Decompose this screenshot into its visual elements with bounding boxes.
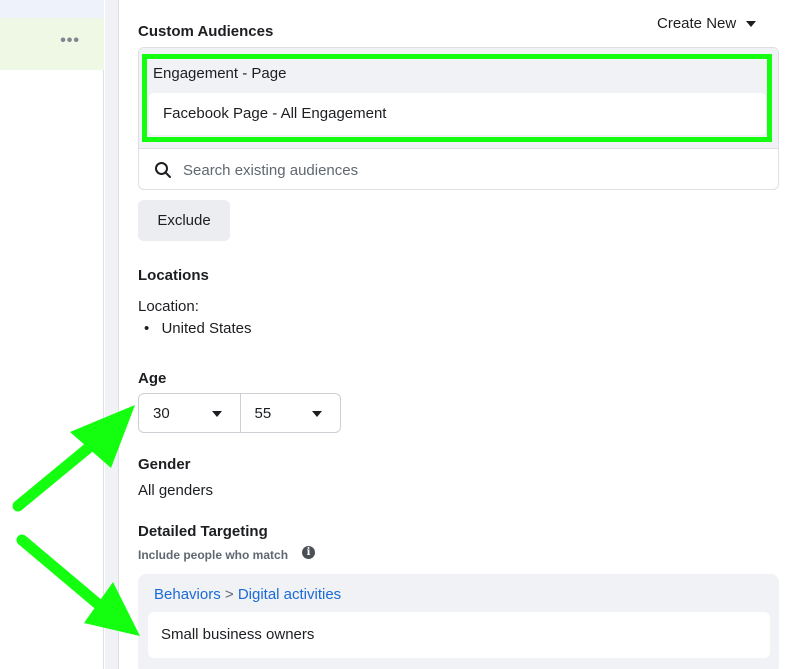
- age-max-value: 55: [254, 405, 272, 422]
- breadcrumb-digital-activities-link[interactable]: Digital activities: [238, 586, 341, 603]
- gender-title: Gender: [138, 456, 191, 473]
- age-min-select[interactable]: 30: [139, 394, 240, 432]
- audience-search-row: [139, 149, 778, 190]
- exclude-button[interactable]: Exclude: [138, 200, 230, 241]
- custom-audiences-box: Engagement - Page Facebook Page - All En…: [138, 47, 779, 190]
- locations-title: Locations: [138, 267, 209, 284]
- audience-group-label: Engagement - Page: [153, 65, 287, 82]
- left-panel-top-row[interactable]: [0, 0, 104, 18]
- audience-search-input[interactable]: [183, 157, 763, 183]
- detailed-targeting-box: Behaviors > Digital activities Small bus…: [138, 574, 779, 669]
- caret-down-icon: [312, 411, 322, 417]
- location-label: Location:: [138, 298, 199, 315]
- location-list-item: • United States: [144, 320, 252, 337]
- location-value: United States: [161, 320, 252, 337]
- more-horizontal-icon[interactable]: •••: [60, 32, 80, 50]
- left-panel: •••: [0, 0, 104, 669]
- targeting-breadcrumb: Behaviors > Digital activities: [154, 586, 341, 603]
- breadcrumb-separator: >: [224, 586, 234, 603]
- custom-audiences-title: Custom Audiences: [138, 23, 274, 40]
- age-range: 30 55: [138, 393, 341, 433]
- caret-down-icon: [746, 20, 757, 27]
- audience-group: Engagement - Page Facebook Page - All En…: [139, 48, 778, 149]
- include-people-label: Include people who match: [138, 548, 289, 562]
- detailed-targeting-title: Detailed Targeting: [138, 523, 268, 540]
- breadcrumb-behaviors-link[interactable]: Behaviors: [154, 586, 221, 603]
- gender-value: All genders: [138, 482, 214, 499]
- targeting-item[interactable]: Small business owners: [148, 612, 770, 658]
- caret-down-icon: [211, 411, 222, 417]
- age-title: Age: [138, 370, 167, 387]
- info-icon[interactable]: i: [302, 546, 315, 559]
- age-max-select[interactable]: 55: [239, 394, 341, 432]
- create-new-label: Create New: [657, 15, 737, 32]
- create-new-button[interactable]: Create New: [657, 15, 757, 32]
- bullet-icon: •: [144, 320, 150, 337]
- search-icon: [155, 162, 171, 178]
- age-min-value: 30: [153, 405, 170, 422]
- left-panel-selected-row[interactable]: •••: [0, 18, 104, 70]
- selected-audience-item[interactable]: Facebook Page - All Engagement: [149, 93, 766, 135]
- panel-divider: [105, 0, 119, 669]
